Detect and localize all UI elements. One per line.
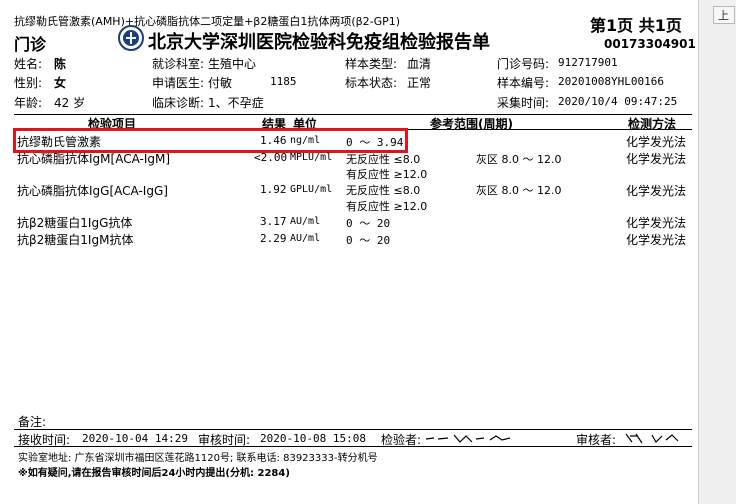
viewer-sidebar: 上 (698, 0, 736, 504)
row3-unit: GPLU/ml (290, 184, 333, 195)
dept-field-value: 生殖中心 (208, 57, 257, 71)
sex-value: 女 (54, 76, 67, 90)
dept-label: 门诊 (14, 35, 47, 54)
page-indicator: 第1页 共1页 (590, 16, 682, 35)
row2-item: 抗心磷脂抗体IgM[ACA-IgM] (17, 152, 171, 166)
row3-result: 1.92 (260, 183, 287, 196)
row5-method: 化学发光法 (626, 233, 687, 247)
sample-type-value: 血清 (407, 57, 432, 71)
hospital-logo-icon (118, 25, 144, 51)
age-label: 年龄: (14, 96, 43, 110)
footer-top-rule (14, 429, 692, 430)
review-time-value: 2020-10-08 15:08 (260, 432, 366, 445)
row2-method: 化学发光法 (626, 152, 687, 166)
doctor-label: 申请医生: (152, 76, 205, 90)
sample-status-label: 标本状态: (345, 76, 398, 90)
row5-unit: AU/ml (290, 233, 321, 244)
row4-unit: AU/ml (290, 216, 321, 227)
sex-label: 性别: (14, 76, 43, 90)
outpatient-no-value: 912717901 (558, 56, 618, 69)
row2-unit: MPLU/ml (290, 152, 333, 163)
doctor-value: 付敏 (208, 76, 233, 90)
sample-no-value: 20201008YHL00166 (558, 75, 664, 88)
sample-status-value: 正常 (407, 76, 432, 90)
sidebar-button[interactable]: 上 (713, 6, 735, 24)
test-items-text: 抗缪勒氏管激素(AMH)+抗心磷脂抗体二项定量+β2糖蛋白1抗体两项(β2-GP… (14, 15, 401, 28)
patient-name-label: 姓名: (14, 57, 43, 71)
outpatient-no-label: 门诊号码: (497, 57, 550, 71)
receive-time-value: 2020-10-04 14:29 (82, 432, 188, 445)
collect-time-label: 采集时间: (497, 96, 550, 110)
dept-field-label: 就诊科室: (152, 57, 205, 71)
row4-method: 化学发光法 (626, 216, 687, 230)
report-title: 北京大学深圳医院检验科免疫组检验报告单 (148, 32, 490, 53)
row4-item: 抗β2糖蛋白1IgG抗体 (17, 216, 133, 230)
row2-ref1: 无反应性 ≤8.0 (346, 153, 421, 166)
footer-mid-rule (14, 446, 692, 447)
sample-type-label: 样本类型: (345, 57, 398, 71)
row2-ref2: 有反应性 ≥12.0 (346, 168, 428, 181)
row3-gray: 灰区 8.0 ～ 12.0 (476, 184, 562, 197)
diagnosis-label: 临床诊断: (152, 96, 205, 110)
diagnosis-value: 1、不孕症 (208, 96, 264, 110)
lab-address: 实验室地址: 广东省深圳市福田区莲花路1120号; 联系电话: 83923333… (18, 453, 378, 464)
age-value: 42 岁 (54, 96, 86, 110)
row2-result: <2.00 (254, 151, 288, 164)
report-number: 00173304901 (604, 37, 696, 51)
reviewer-signature-icon (625, 433, 679, 444)
doctor-code: 1185 (270, 75, 297, 88)
notice-text: ※如有疑问,请在报告审核时间后24小时内提出(分机: 2284) (18, 468, 290, 479)
row1-method: 化学发光法 (626, 135, 687, 149)
row5-result: 2.29 (260, 232, 287, 245)
row4-result: 3.17 (260, 215, 287, 228)
row4-ref: 0 ～ 20 (346, 217, 391, 230)
row2-gray: 灰区 8.0 ～ 12.0 (476, 153, 562, 166)
row3-item: 抗心磷脂抗体IgG[ACA-IgG] (17, 184, 168, 198)
row5-ref: 0 ～ 20 (346, 234, 391, 247)
tester-signature-icon (425, 434, 511, 443)
row3-ref1: 无反应性 ≤8.0 (346, 184, 421, 197)
row3-ref2: 有反应性 ≥12.0 (346, 200, 428, 213)
row5-item: 抗β2糖蛋白1IgM抗体 (17, 233, 134, 247)
row3-method: 化学发光法 (626, 184, 687, 198)
sample-no-label: 样本编号: (497, 76, 550, 90)
collect-time-value: 2020/10/4 09:47:25 (558, 95, 678, 108)
remark-label: 备注: (18, 415, 47, 429)
patient-name-value: 陈 (54, 57, 67, 71)
